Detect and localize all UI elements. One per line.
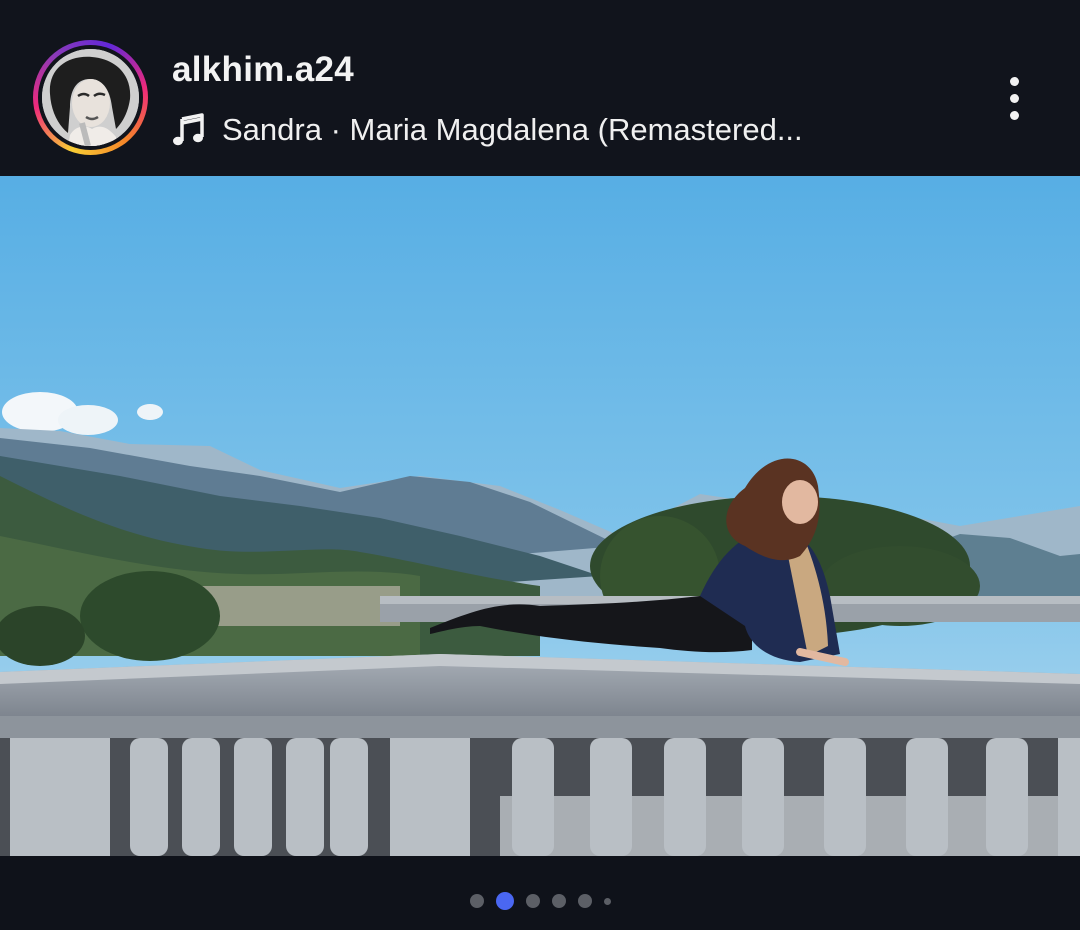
carousel-dot — [525, 894, 540, 908]
post-header: alkhim.a24 Sandra · Maria Magdalena (Rem… — [0, 0, 1080, 176]
carousel-indicator — [0, 888, 1080, 914]
carousel-dot — [469, 894, 484, 908]
avatar-portrait-image — [42, 49, 139, 146]
post-image — [0, 176, 1080, 856]
more-options-button[interactable] — [996, 68, 1032, 128]
carousel-dot — [577, 894, 592, 908]
audio-attribution[interactable]: Sandra · Maria Magdalena (Remastered... — [172, 108, 803, 152]
avatar — [42, 49, 139, 146]
carousel-dot — [551, 894, 566, 908]
avatar-ring-gap — [38, 45, 143, 150]
more-vertical-icon-dot — [1009, 110, 1019, 120]
carousel-dot — [603, 897, 611, 905]
music-note-icon — [173, 113, 204, 146]
audio-track-label: Sandra · Maria Magdalena (Remastered... — [222, 112, 803, 147]
carousel-dot-active — [495, 892, 514, 910]
post-photo[interactable] — [0, 176, 1080, 856]
username-link[interactable]: alkhim.a24 — [172, 50, 354, 90]
more-vertical-icon-dot — [1009, 93, 1019, 103]
story-ring-avatar[interactable] — [33, 40, 148, 155]
more-vertical-icon — [1009, 76, 1019, 86]
